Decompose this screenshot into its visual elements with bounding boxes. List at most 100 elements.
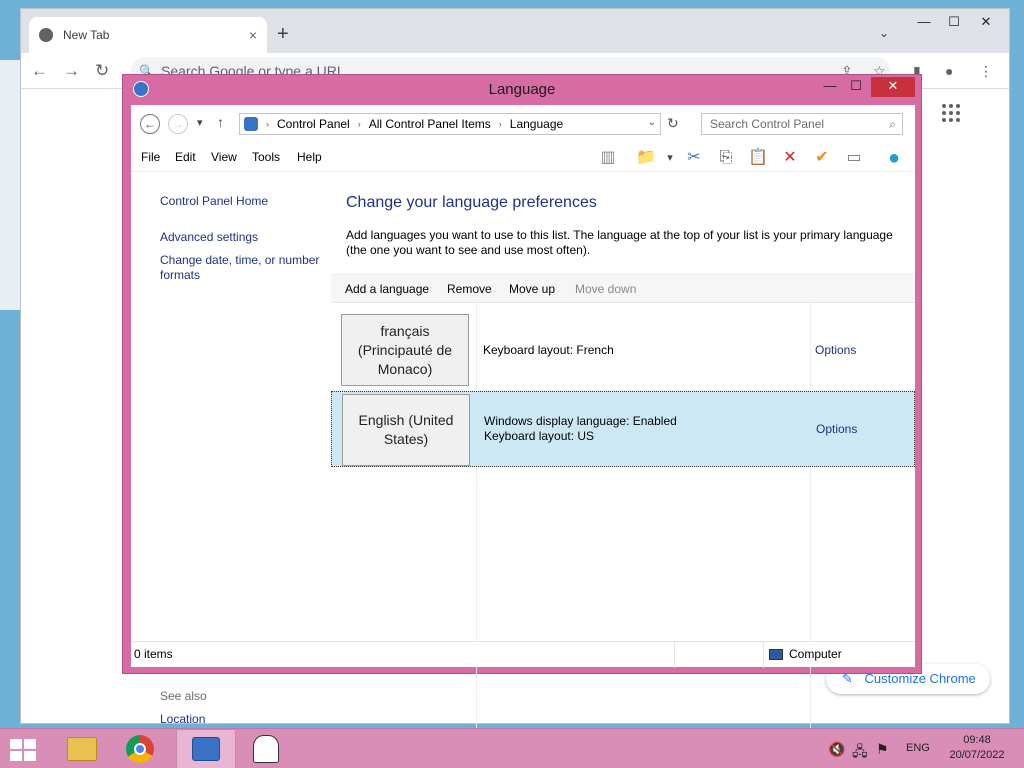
rename-icon[interactable]: ▭	[843, 147, 865, 169]
breadcrumb-language[interactable]: Language	[510, 117, 563, 131]
chevron-down-icon[interactable]: ⌄	[648, 117, 656, 128]
breadcrumb-control-panel[interactable]: Control Panel	[277, 117, 350, 131]
control-panel-icon[interactable]	[133, 81, 149, 97]
address-bar[interactable]: › Control Panel › All Control Panel Item…	[239, 113, 661, 135]
paste-icon[interactable]: 📋	[747, 147, 769, 169]
taskbar-control-panel[interactable]	[176, 729, 236, 768]
change-date-formats-link[interactable]: Change date, time, or number formats	[160, 253, 330, 283]
remove-button[interactable]: Remove	[447, 282, 492, 296]
control-panel-icon	[244, 117, 258, 131]
refresh-icon[interactable]: ↻	[667, 115, 679, 132]
language-info: Windows display language: Enabled Keyboa…	[484, 414, 677, 444]
clock[interactable]: 09:48 20/07/2022	[944, 733, 1010, 763]
advanced-settings-link[interactable]: Advanced settings	[160, 230, 258, 245]
minimize-button[interactable]: —	[817, 77, 843, 97]
new-tab-button[interactable]: +	[277, 23, 289, 46]
globe-icon[interactable]: ●	[883, 147, 905, 169]
language-name: English (United States)	[358, 412, 454, 447]
location-link[interactable]: Location	[160, 712, 205, 726]
language-tile[interactable]: français (Principauté de Monaco)	[341, 314, 469, 386]
main-pane: Change your language preferences Add lan…	[331, 171, 915, 745]
action-center-flag-icon[interactable]: ⚑	[876, 741, 889, 758]
breadcrumb-sep: ›	[498, 119, 502, 129]
add-language-button[interactable]: Add a language	[345, 282, 429, 296]
layout-icon[interactable]: ▥	[597, 147, 619, 169]
move-up-button[interactable]: Move up	[509, 282, 555, 296]
recent-locations-icon[interactable]: ▾	[197, 116, 203, 129]
menu-bar: File Edit View Tools Help ▥ 📁 ▾ ✂ ⎘ 📋 ✕ …	[131, 143, 915, 171]
chrome-menu-icon[interactable]: ⋮	[979, 63, 993, 80]
menu-file[interactable]: File	[141, 150, 160, 164]
left-pane: Control Panel Home Advanced settings Cha…	[131, 171, 331, 726]
language-name: français (Principauté de Monaco)	[357, 322, 453, 377]
breadcrumb-sep: ›	[357, 119, 361, 129]
dropdown-icon[interactable]: ▾	[659, 147, 681, 169]
language-row-french[interactable]: français (Principauté de Monaco) Keyboar…	[331, 312, 915, 388]
keyboard-layout-text: Keyboard layout: French	[483, 343, 614, 357]
cut-icon[interactable]: ✂	[683, 147, 705, 169]
volume-muted-icon[interactable]: 🔇	[828, 741, 845, 758]
page-description: Add languages you want to use to this li…	[346, 228, 893, 257]
network-icon[interactable]: 🖧	[852, 741, 868, 765]
language-options-link[interactable]: Options	[816, 422, 857, 436]
forward-button[interactable]: →	[168, 114, 188, 134]
chrome-icon	[126, 735, 154, 763]
status-location: Computer	[769, 642, 842, 667]
close-button[interactable]: ✕	[871, 77, 915, 97]
start-button[interactable]	[10, 739, 38, 761]
back-icon[interactable]: ←	[31, 61, 48, 81]
tab-search-icon[interactable]: ⌄	[879, 26, 889, 40]
taskbar-file-explorer[interactable]	[52, 729, 112, 768]
back-button[interactable]: ←	[140, 114, 160, 134]
see-also-label: See also	[160, 689, 207, 703]
chrome-close-button[interactable]: ✕	[969, 11, 1003, 35]
app-icon	[253, 735, 279, 763]
chrome-logo-icon	[39, 28, 53, 42]
background-window-edge	[0, 60, 20, 310]
status-bar: 0 items Computer	[131, 641, 915, 668]
forward-icon[interactable]: →	[63, 61, 80, 81]
keyboard-layout-text: Keyboard layout: US	[484, 429, 595, 443]
divider	[674, 642, 675, 668]
menu-view[interactable]: View	[211, 150, 237, 164]
language-tile[interactable]: English (United States)	[342, 394, 470, 466]
windows-logo-part	[24, 751, 36, 761]
breadcrumb-all-items[interactable]: All Control Panel Items	[369, 117, 491, 131]
taskbar-app[interactable]	[236, 729, 296, 768]
search-icon: ⌕	[889, 117, 896, 131]
language-info: Keyboard layout: French	[483, 343, 614, 358]
language-options-link[interactable]: Options	[815, 343, 856, 357]
clock-date: 20/07/2022	[949, 749, 1005, 761]
check-icon[interactable]: ✔	[811, 147, 833, 169]
window-titlebar[interactable]: Language	[123, 75, 921, 105]
display-language-text: Windows display language: Enabled	[484, 414, 677, 428]
search-control-panel-input[interactable]: Search Control Panel ⌕	[701, 113, 903, 135]
reload-icon[interactable]: ↻	[95, 61, 109, 81]
move-down-button[interactable]: Move down	[575, 282, 636, 296]
control-panel-home-link[interactable]: Control Panel Home	[160, 194, 268, 209]
breadcrumb-sep: ›	[266, 119, 269, 129]
chrome-maximize-button[interactable]: ☐	[937, 11, 971, 35]
windows-logo-part	[24, 739, 36, 749]
close-tab-icon[interactable]: ×	[249, 27, 257, 43]
up-button[interactable]: ↑	[217, 114, 224, 130]
windows-logo-icon	[10, 739, 22, 749]
menu-help[interactable]: Help	[297, 150, 322, 164]
chrome-tab-new-tab[interactable]: New Tab ×	[29, 17, 267, 53]
item-count: 0 items	[134, 647, 173, 661]
maximize-button[interactable]: ☐	[843, 77, 869, 97]
profile-icon[interactable]: ●	[945, 63, 953, 79]
delete-icon[interactable]: ✕	[779, 147, 801, 169]
taskbar-chrome[interactable]	[110, 729, 170, 768]
language-row-english[interactable]: English (United States) Windows display …	[331, 391, 915, 467]
menu-edit[interactable]: Edit	[175, 150, 196, 164]
menu-tools[interactable]: Tools	[252, 150, 280, 164]
chrome-minimize-button[interactable]: —	[907, 11, 941, 35]
page-title: Change your language preferences	[346, 194, 597, 211]
language-action-bar: Add a language Remove Move up Move down	[331, 273, 915, 303]
copy-icon[interactable]: ⎘	[715, 147, 737, 169]
input-language-indicator[interactable]: ENG	[906, 742, 930, 754]
google-apps-icon[interactable]	[942, 104, 960, 122]
address-row: ← → ▾ ↑ › Control Panel › All Control Pa…	[131, 105, 915, 143]
folder-properties-icon[interactable]: 📁	[635, 147, 657, 169]
